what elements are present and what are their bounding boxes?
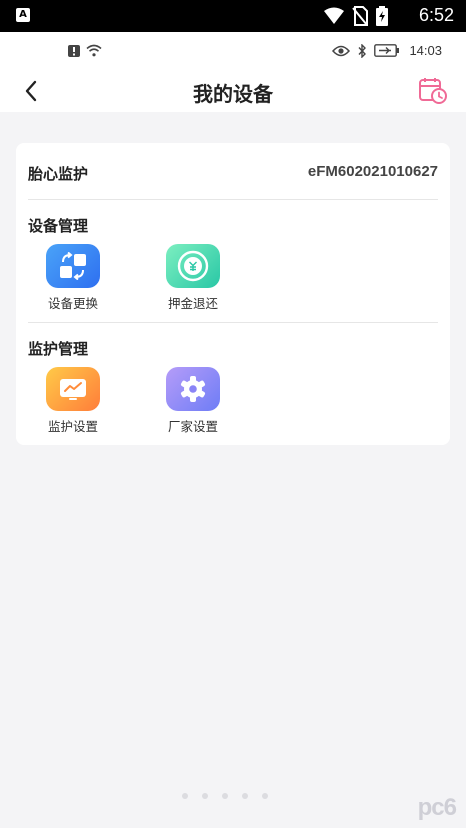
bluetooth-icon [358,43,367,58]
factory-settings-button[interactable]: 厂家设置 [153,367,233,437]
no-sim-icon [352,6,368,26]
battery-charging-icon [376,6,388,26]
page-dot [242,793,248,799]
nav-bar: 我的设备 [0,70,466,112]
page-dot [262,793,268,799]
eye-icon [332,45,351,56]
page-title: 我的设备 [193,82,273,106]
app-notification-icon: A [16,8,30,22]
wifi-icon [86,44,102,57]
deposit-refund-label: 押金退还 [167,296,218,311]
monitor-mgmt-title: 监护管理 [28,340,89,358]
gear-icon [166,367,220,411]
monitor-settings-label: 监护设置 [47,419,98,434]
wifi-icon [324,7,344,24]
monitor-label: 胎心监护 [28,165,89,183]
swap-device-icon [46,244,100,288]
monitor-row[interactable]: 胎心监护 eFM602021010627 [16,143,450,199]
watermark-logo: pc6 [417,794,457,821]
divider [28,322,438,323]
deposit-refund-button[interactable]: 押金退还 [153,244,233,314]
device-mgmt-title: 设备管理 [28,217,89,235]
inner-status-left [68,44,102,57]
inner-status-bar: 14:03 [0,32,466,70]
monitor-settings-button[interactable]: 监护设置 [33,367,113,437]
history-button[interactable] [416,74,450,108]
page-indicator [182,793,268,799]
deposit-refund-icon [166,244,220,288]
calendar-clock-icon [419,78,447,104]
page-dot [222,793,228,799]
divider [28,199,438,200]
monitor-chart-icon [46,367,100,411]
page-dot [202,793,208,799]
inner-clock: 14:03 [409,43,442,58]
swap-device-button[interactable]: 设备更换 [33,244,113,314]
battery-icon [374,44,400,57]
page-dot [182,793,188,799]
system-status-icons [324,6,388,26]
swap-device-label: 设备更换 [47,296,98,311]
factory-settings-label: 厂家设置 [167,419,218,434]
system-status-bar: A 6:52 [0,0,466,32]
device-id: eFM602021010627 [307,163,438,180]
alert-icon [68,44,80,57]
device-card: 胎心监护 eFM602021010627 设备管理 设备更换 押金退还 监护管理… [16,143,450,445]
inner-status-right: 14:03 [332,43,442,58]
system-clock: 6:52 [418,5,454,25]
